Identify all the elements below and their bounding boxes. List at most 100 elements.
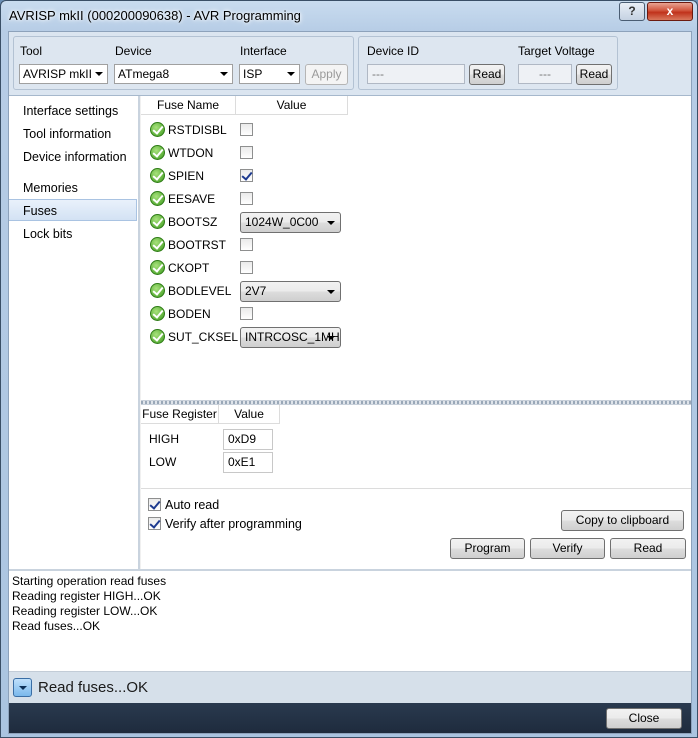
fuse-checkbox-rstdisbl[interactable] xyxy=(240,123,253,136)
copy-to-clipboard-button[interactable]: Copy to clipboard xyxy=(561,510,684,531)
fuse-name: SUT_CKSEL xyxy=(168,330,239,344)
fuse-select-bootsz[interactable]: 1024W_0C00 xyxy=(240,212,341,233)
tool-device-group: Tool AVRISP mkII Device ATmega8 Interfac… xyxy=(13,36,354,90)
output-log[interactable]: Starting operation read fuses Reading re… xyxy=(9,569,691,671)
log-line: Reading register LOW...OK xyxy=(12,604,158,618)
table-row: WTDON xyxy=(141,142,691,165)
window-close-button[interactable]: x xyxy=(647,2,693,21)
fuse-name: WTDON xyxy=(168,146,214,160)
verify-after-programming-option[interactable]: Verify after programming xyxy=(148,517,302,531)
fuse-checkbox-eesave[interactable] xyxy=(240,192,253,205)
table-row: BOOTSZ 1024W_0C00 xyxy=(141,211,691,234)
fuse-register-table: Fuse Register Value HIGH 0xD9 LOW 0xE1 xyxy=(141,405,691,489)
check-ok-icon xyxy=(150,168,165,183)
device-id-label: Device ID xyxy=(367,44,420,58)
check-ok-icon xyxy=(150,237,165,252)
target-voltage-label: Target Voltage xyxy=(518,44,595,58)
target-voltage-read-button[interactable]: Read xyxy=(576,64,612,85)
register-value-low[interactable]: 0xE1 xyxy=(223,452,273,473)
fuse-checkbox-boden[interactable] xyxy=(240,307,253,320)
sidebar-item-memories[interactable]: Memories xyxy=(9,177,137,199)
check-ok-icon xyxy=(150,214,165,229)
expand-log-button[interactable] xyxy=(13,678,32,697)
fuse-name: BODLEVEL xyxy=(168,284,232,298)
check-ok-icon xyxy=(150,145,165,160)
fuse-register-header[interactable]: Fuse Register xyxy=(141,405,219,424)
fuse-table: Fuse Name Value RSTDISBL WTDON SPIEN EESAVE… xyxy=(141,96,691,400)
toolbar: Tool AVRISP mkII Device ATmega8 Interfac… xyxy=(9,32,691,96)
tool-label: Tool xyxy=(20,44,43,58)
fuse-select-bodlevel[interactable]: 2V7 xyxy=(240,281,341,302)
verify-after-programming-checkbox[interactable] xyxy=(148,517,161,530)
table-row: BODEN xyxy=(141,303,691,326)
check-ok-icon xyxy=(150,306,165,321)
table-row: BOOTRST xyxy=(141,234,691,257)
auto-read-label: Auto read xyxy=(165,498,220,512)
device-label: Device xyxy=(115,44,152,58)
sidebar: Interface settings Tool information Devi… xyxy=(9,96,140,569)
table-row: RSTDISBL xyxy=(141,119,691,142)
device-id-field: --- xyxy=(367,64,465,84)
fuse-checkbox-spien[interactable] xyxy=(240,169,253,182)
window-title: AVRISP mkII (000200090638) - AVR Program… xyxy=(9,8,301,23)
read-button[interactable]: Read xyxy=(610,538,686,559)
device-select[interactable]: ATmega8 xyxy=(114,64,233,84)
sidebar-item-device-information[interactable]: Device information xyxy=(9,146,137,168)
help-button[interactable]: ? xyxy=(619,2,645,21)
check-ok-icon xyxy=(150,122,165,137)
fuse-name: RSTDISBL xyxy=(168,123,227,137)
target-voltage-field: --- xyxy=(518,64,572,84)
program-button[interactable]: Program xyxy=(450,538,525,559)
verify-button[interactable]: Verify xyxy=(530,538,605,559)
avr-programming-window: AVRISP mkII (000200090638) - AVR Program… xyxy=(0,0,698,738)
chevron-down-icon xyxy=(220,72,228,76)
footer-bar: Close xyxy=(9,703,691,733)
device-id-read-button[interactable]: Read xyxy=(469,64,505,85)
status-text: Read fuses...OK xyxy=(38,679,149,696)
fuse-name: BOOTRST xyxy=(168,238,227,252)
sidebar-item-interface-settings[interactable]: Interface settings xyxy=(9,100,137,122)
table-row: LOW 0xE1 xyxy=(141,451,691,474)
fuse-name: BOOTSZ xyxy=(168,215,218,229)
sidebar-item-tool-information[interactable]: Tool information xyxy=(9,123,137,145)
device-select-value: ATmega8 xyxy=(118,67,170,81)
fuse-name: SPIEN xyxy=(168,169,205,183)
close-button[interactable]: Close xyxy=(606,708,682,729)
interface-select[interactable]: ISP xyxy=(239,64,300,84)
action-pane: Auto read Verify after programming Copy … xyxy=(141,489,691,569)
title-bar[interactable]: AVRISP mkII (000200090638) - AVR Program… xyxy=(1,1,697,31)
fuse-checkbox-bootrst[interactable] xyxy=(240,238,253,251)
register-name-high: HIGH xyxy=(149,432,179,446)
fuse-name: CKOPT xyxy=(168,261,210,275)
chevron-down-icon xyxy=(327,290,335,294)
table-row: SPIEN xyxy=(141,165,691,188)
verify-after-programming-label: Verify after programming xyxy=(165,517,302,531)
fuse-select-sut_cksel[interactable]: INTRCOSC_1MHZ xyxy=(240,327,341,348)
device-id-group: Device ID --- Read Target Voltage --- Re… xyxy=(358,36,618,90)
table-row: HIGH 0xD9 xyxy=(141,428,691,451)
sidebar-item-lock-bits[interactable]: Lock bits xyxy=(9,223,137,245)
sidebar-item-fuses[interactable]: Fuses xyxy=(9,199,137,221)
register-value-header[interactable]: Value xyxy=(219,405,280,424)
fuse-checkbox-ckopt[interactable] xyxy=(240,261,253,274)
table-row: BODLEVEL 2V7 xyxy=(141,280,691,303)
auto-read-option[interactable]: Auto read xyxy=(148,498,219,512)
table-row: CKOPT xyxy=(141,257,691,280)
chevron-down-icon xyxy=(95,72,103,76)
fuse-select-value: 1024W_0C00 xyxy=(245,215,319,229)
fuse-name-header[interactable]: Fuse Name xyxy=(141,96,236,115)
auto-read-checkbox[interactable] xyxy=(148,498,161,511)
tool-select-value: AVRISP mkII xyxy=(23,67,92,81)
tool-select[interactable]: AVRISP mkII xyxy=(19,64,108,84)
register-value-high[interactable]: 0xD9 xyxy=(223,429,273,450)
fuse-checkbox-wtdon[interactable] xyxy=(240,146,253,159)
interface-select-value: ISP xyxy=(243,67,263,81)
chevron-down-icon xyxy=(287,72,295,76)
interface-label: Interface xyxy=(240,44,287,58)
table-row: SUT_CKSEL INTRCOSC_1MHZ xyxy=(141,326,691,349)
log-line: Reading register HIGH...OK xyxy=(12,589,161,603)
fuse-value-header[interactable]: Value xyxy=(236,96,348,115)
apply-button[interactable]: Apply xyxy=(305,64,348,85)
check-ok-icon xyxy=(150,191,165,206)
fuse-name: BODEN xyxy=(168,307,211,321)
